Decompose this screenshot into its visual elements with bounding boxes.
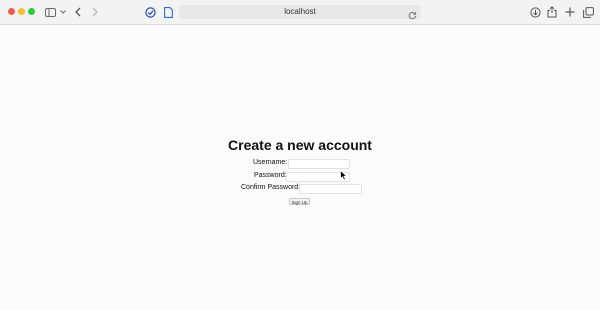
address-bar[interactable]: localhost <box>179 5 421 20</box>
password-label: Password: <box>254 172 287 179</box>
new-tab-icon[interactable] <box>564 4 576 20</box>
username-field[interactable] <box>288 159 350 169</box>
mouse-cursor-icon <box>340 170 348 181</box>
privacy-report-icon[interactable] <box>144 4 156 20</box>
downloads-icon[interactable] <box>529 4 541 20</box>
sidebar-icon[interactable] <box>43 4 57 20</box>
zoom-window-button[interactable] <box>28 8 35 15</box>
username-label: Username: <box>253 159 288 166</box>
sign-up-button[interactable]: Sign Up <box>289 198 310 205</box>
confirm-password-field[interactable] <box>299 184 362 194</box>
page-title: Create a new account <box>228 137 372 153</box>
minimize-window-button[interactable] <box>18 8 25 15</box>
forward-icon[interactable] <box>90 4 100 20</box>
page-icon[interactable] <box>162 4 174 20</box>
close-window-button[interactable] <box>8 8 15 15</box>
reload-icon[interactable] <box>408 7 417 25</box>
chevron-down-icon[interactable] <box>59 4 67 20</box>
confirm-password-label: Confirm Password: <box>241 184 301 191</box>
url-text: localhost <box>284 7 316 16</box>
page-content: Create a new account Username: Password:… <box>0 25 600 310</box>
back-icon[interactable] <box>73 4 83 20</box>
browser-toolbar: localhost <box>0 0 600 25</box>
tab-overview-icon[interactable] <box>582 4 594 20</box>
share-icon[interactable] <box>546 4 558 20</box>
